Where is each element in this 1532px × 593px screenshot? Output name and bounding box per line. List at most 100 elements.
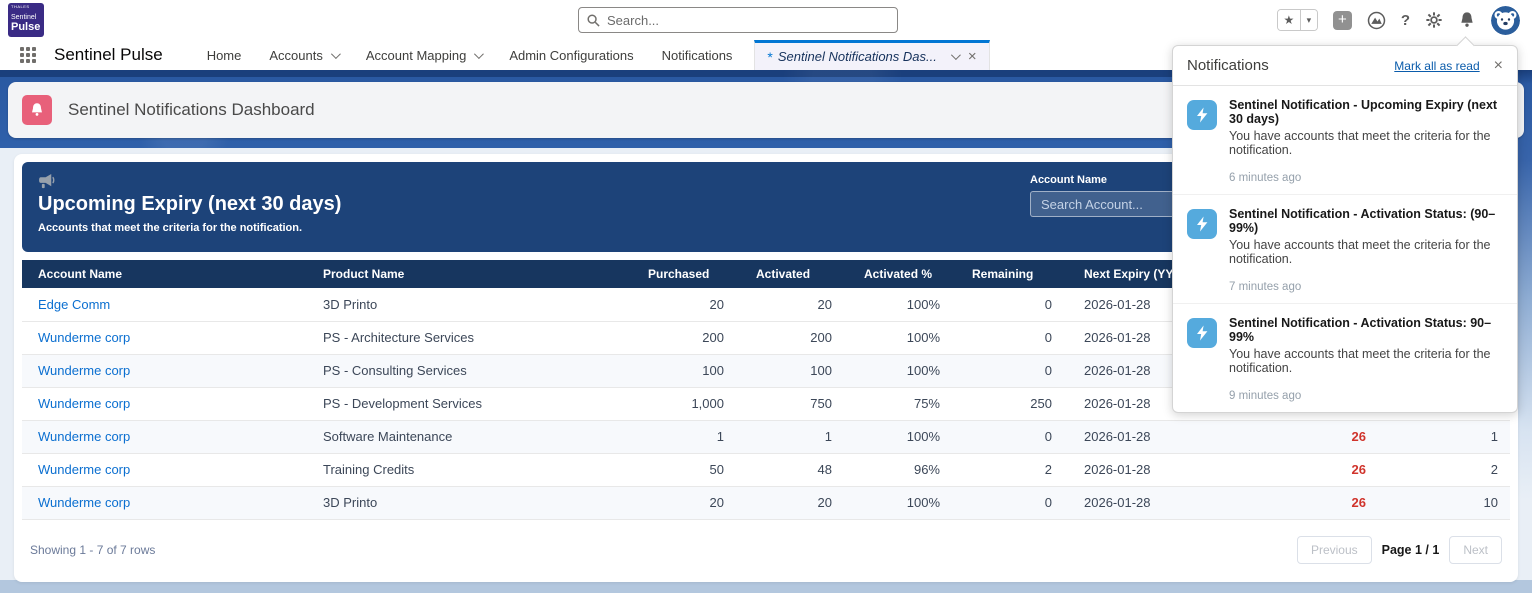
page-indicator: Page 1 / 1 bbox=[1381, 542, 1440, 557]
remaining-cell: 0 bbox=[956, 486, 1068, 520]
notification-timestamp: 7 minutes ago bbox=[1229, 281, 1302, 293]
remaining-cell: 0 bbox=[956, 288, 1068, 322]
column-header[interactable]: Activated % bbox=[848, 260, 956, 288]
user-avatar[interactable] bbox=[1491, 5, 1520, 35]
account-link[interactable]: Wunderme corp bbox=[22, 387, 307, 421]
remaining-cell: 250 bbox=[956, 387, 1068, 421]
remaining-cell: 2 bbox=[956, 453, 1068, 487]
mark-all-as-read-link[interactable]: Mark all as read bbox=[1394, 59, 1479, 73]
notifications-bell-icon[interactable] bbox=[1458, 11, 1476, 29]
notification-body: Sentinel Notification - Upcoming Expiry … bbox=[1229, 98, 1503, 184]
guidance-center-icon[interactable] bbox=[1367, 11, 1386, 30]
account-link[interactable]: Wunderme corp bbox=[22, 453, 307, 487]
close-icon[interactable]: × bbox=[1494, 57, 1503, 74]
favorites-group: ★ ▾ bbox=[1276, 9, 1318, 31]
purchased-cell: 50 bbox=[632, 453, 740, 487]
account-link[interactable]: Wunderme corp bbox=[22, 486, 307, 520]
purchased-cell: 1,000 bbox=[632, 387, 740, 421]
account-link[interactable]: Wunderme corp bbox=[22, 420, 307, 454]
pagination: Previous Page 1 / 1 Next bbox=[1296, 535, 1502, 564]
megaphone-icon bbox=[39, 174, 55, 189]
purchased-cell: 200 bbox=[632, 321, 740, 355]
account-link[interactable]: Wunderme corp bbox=[22, 321, 307, 355]
notification-item[interactable]: Sentinel Notification - Upcoming Expiry … bbox=[1173, 86, 1517, 195]
activated-cell: 20 bbox=[740, 486, 848, 520]
activated-cell: 20 bbox=[740, 288, 848, 322]
days-to-expiry-cell: 26 bbox=[1258, 486, 1378, 520]
notifications-popover: Notifications Mark all as read × Sentine… bbox=[1172, 36, 1518, 413]
purchased-cell: 20 bbox=[632, 288, 740, 322]
global-actions-icon[interactable]: + bbox=[1332, 10, 1352, 30]
account-name-link[interactable]: Edge Comm bbox=[38, 297, 110, 312]
chevron-down-icon bbox=[474, 48, 485, 59]
notification-title: Sentinel Notification - Activation Statu… bbox=[1229, 207, 1496, 235]
column-header[interactable]: Activated bbox=[740, 260, 848, 288]
activated-pct-cell: 75% bbox=[848, 387, 956, 421]
quantity-cell: 2 bbox=[1378, 453, 1510, 487]
account-name-link[interactable]: Wunderme corp bbox=[38, 429, 130, 444]
favorites-dropdown-icon[interactable]: ▾ bbox=[1299, 10, 1317, 30]
notification-text: You have accounts that meet the criteria… bbox=[1229, 129, 1491, 157]
account-link[interactable]: Edge Comm bbox=[22, 288, 307, 322]
activated-pct-cell: 100% bbox=[848, 354, 956, 388]
column-header[interactable]: Product Name bbox=[307, 260, 632, 288]
notification-timestamp: 6 minutes ago bbox=[1229, 172, 1302, 184]
remaining-cell: 0 bbox=[956, 420, 1068, 454]
product-cell: PS - Architecture Services bbox=[307, 321, 632, 355]
search-icon bbox=[587, 13, 600, 27]
notifications-title: Notifications bbox=[1187, 57, 1269, 74]
notification-item[interactable]: Sentinel Notification - Activation Statu… bbox=[1173, 195, 1517, 304]
purchased-cell: 100 bbox=[632, 354, 740, 388]
tab-close-icon[interactable]: × bbox=[968, 48, 977, 65]
notifications-list: Sentinel Notification - Upcoming Expiry … bbox=[1173, 86, 1517, 412]
quantity-cell: 10 bbox=[1378, 486, 1510, 520]
chevron-down-icon bbox=[330, 48, 341, 59]
tab-sentinel-notifications-dashboard[interactable]: * Sentinel Notifications Das... × bbox=[754, 40, 990, 70]
setup-gear-icon[interactable] bbox=[1425, 11, 1443, 29]
logo-sentinel-text: Sentinel bbox=[11, 14, 37, 21]
row-count-status: Showing 1 - 7 of 7 rows bbox=[30, 542, 156, 557]
table-row: Wunderme corp Training Credits 50 48 96% 2 202… bbox=[22, 453, 1510, 487]
product-cell: 3D Printo bbox=[307, 486, 632, 520]
favorites-star-icon[interactable]: ★ bbox=[1277, 10, 1300, 30]
purchased-cell: 20 bbox=[632, 486, 740, 520]
next-page-button[interactable]: Next bbox=[1449, 535, 1502, 564]
account-link[interactable]: Wunderme corp bbox=[22, 354, 307, 388]
app-launcher-icon[interactable] bbox=[20, 47, 36, 63]
column-header[interactable]: Purchased bbox=[632, 260, 740, 288]
app-name: Sentinel Pulse bbox=[54, 45, 163, 64]
chevron-down-icon[interactable] bbox=[950, 50, 961, 61]
brand-logo: THALES Sentinel Pulse bbox=[8, 3, 44, 37]
activated-pct-cell: 100% bbox=[848, 486, 956, 520]
table-row: Wunderme corp 3D Printo 20 20 100% 0 2026-01-2… bbox=[22, 486, 1510, 520]
global-search[interactable] bbox=[578, 7, 898, 33]
next-expiry-cell: 2026-01-28 bbox=[1068, 420, 1258, 454]
account-name-link[interactable]: Wunderme corp bbox=[38, 396, 130, 411]
activated-cell: 200 bbox=[740, 321, 848, 355]
search-input[interactable] bbox=[607, 12, 889, 28]
column-header[interactable]: Remaining bbox=[956, 260, 1068, 288]
account-name-link[interactable]: Wunderme corp bbox=[38, 363, 130, 378]
days-to-expiry-cell: 26 bbox=[1258, 453, 1378, 487]
notification-body: Sentinel Notification - Activation Statu… bbox=[1229, 207, 1503, 293]
tab-admin-configurations[interactable]: Admin Configurations bbox=[495, 40, 647, 70]
logo-thales-text: THALES bbox=[11, 4, 30, 9]
account-name-link[interactable]: Wunderme corp bbox=[38, 495, 130, 510]
next-expiry-cell: 2026-01-28 bbox=[1068, 486, 1258, 520]
tab-home[interactable]: Home bbox=[193, 40, 256, 70]
remaining-cell: 0 bbox=[956, 321, 1068, 355]
tab-account-mapping[interactable]: Account Mapping bbox=[352, 40, 495, 70]
column-header[interactable]: Account Name bbox=[22, 260, 307, 288]
lightning-bolt-icon bbox=[1187, 318, 1217, 348]
logo-pulse-text: Pulse bbox=[11, 21, 41, 33]
tab-notifications[interactable]: Notifications bbox=[648, 40, 747, 70]
help-icon[interactable]: ? bbox=[1401, 12, 1410, 29]
notification-text: You have accounts that meet the criteria… bbox=[1229, 238, 1491, 266]
account-name-link[interactable]: Wunderme corp bbox=[38, 462, 130, 477]
tab-accounts[interactable]: Accounts bbox=[255, 40, 351, 70]
account-name-link[interactable]: Wunderme corp bbox=[38, 330, 130, 345]
notification-body: Sentinel Notification - Activation Statu… bbox=[1229, 316, 1503, 402]
previous-page-button[interactable]: Previous bbox=[1296, 535, 1372, 564]
notification-item[interactable]: Sentinel Notification - Activation Statu… bbox=[1173, 304, 1517, 412]
utility-bar: THALES Sentinel Pulse ★ ▾ + ? bbox=[0, 0, 1532, 40]
